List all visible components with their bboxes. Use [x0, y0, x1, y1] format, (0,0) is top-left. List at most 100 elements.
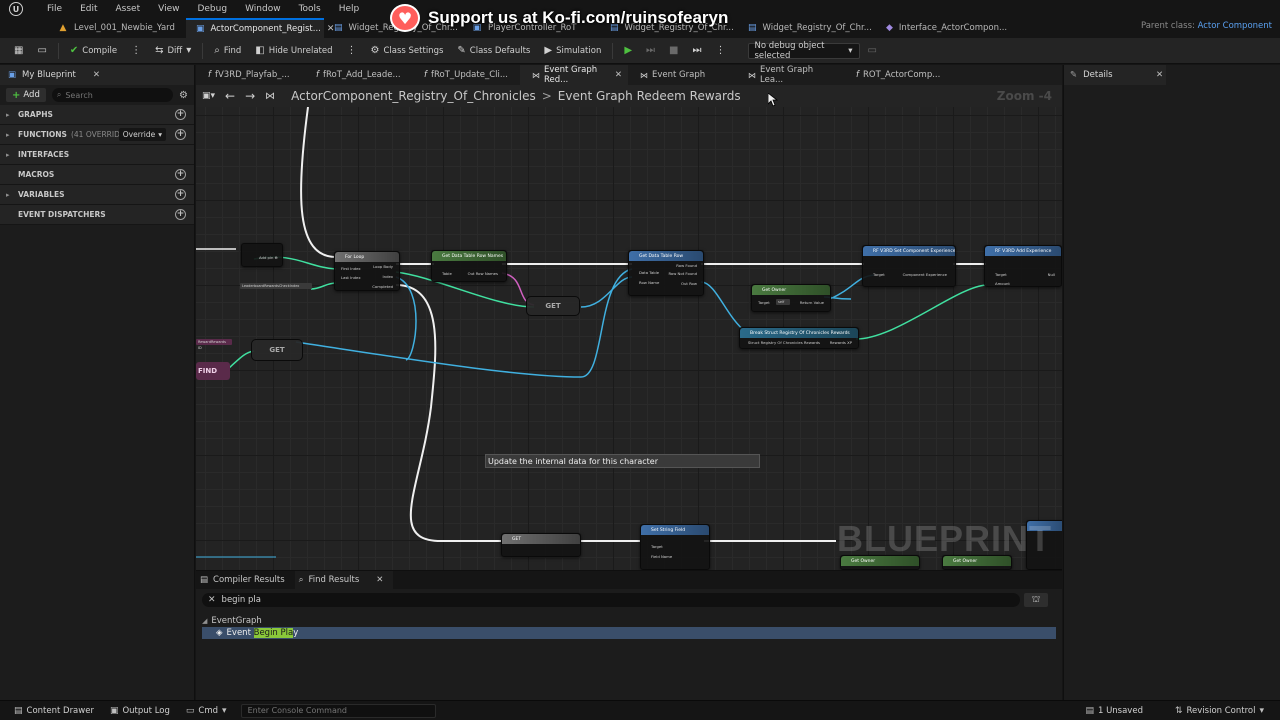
simulation-button[interactable]: ▶ Simulation: [538, 41, 607, 61]
save-button[interactable]: ▦: [8, 41, 29, 61]
forward-arrow-icon[interactable]: →: [245, 89, 255, 103]
graph-tab-event-graph-redeem[interactable]: ⋈ Event Graph Red... ✕: [520, 65, 628, 85]
compile-button[interactable]: ✔ Compile: [64, 41, 123, 61]
menu-file[interactable]: File: [38, 4, 71, 14]
add-circle-icon[interactable]: +: [175, 129, 186, 140]
leaderboard-rewards-variable[interactable]: LeaderboardRewardsCheckIndex: [240, 283, 312, 289]
section-functions[interactable]: ▸ FUNCTIONS (41 OVERRIDABLE) Override ▾ +: [0, 125, 194, 145]
section-interfaces[interactable]: ▸ INTERFACES: [0, 145, 194, 165]
doc-tab-level[interactable]: ▲ Level_001_Newbie_Yard: [48, 18, 186, 38]
console-command-input[interactable]: [240, 703, 436, 718]
debug-object-select[interactable]: No debug object selected ▾: [747, 41, 860, 61]
tree-result-event-begin-play[interactable]: ◈ Event Begin Play: [202, 627, 1056, 639]
close-icon[interactable]: ✕: [376, 575, 383, 585]
content-drawer-button[interactable]: ▤ Content Drawer: [8, 706, 100, 716]
output-log-button[interactable]: ▣ Output Log: [104, 706, 176, 716]
diff-button[interactable]: ⇆ Diff ▾: [149, 41, 197, 61]
self-input[interactable]: self: [776, 299, 790, 305]
graph-tab-frot-update-client[interactable]: f fRoT_Update_Cli...: [412, 65, 520, 85]
hide-options-button[interactable]: ⋮: [341, 41, 363, 61]
break-struct-node[interactable]: Break Struct Registry Of Chronicles Rewa…: [739, 327, 859, 349]
close-icon[interactable]: ✕: [1156, 70, 1163, 80]
hide-unrelated-button[interactable]: ◧ Hide Unrelated: [249, 41, 338, 61]
close-icon[interactable]: ✕: [93, 70, 100, 80]
eject-button[interactable]: ⏭: [687, 41, 708, 61]
menu-asset[interactable]: Asset: [107, 4, 150, 14]
override-dropdown[interactable]: Override ▾: [118, 128, 166, 141]
find-in-all-blueprints-button[interactable]: ⛫: [1024, 593, 1048, 607]
pin-label: Out Row: [681, 281, 697, 286]
get-array-node[interactable]: GET: [526, 296, 580, 316]
comment-box[interactable]: Update the internal data for this charac…: [485, 454, 760, 468]
add-circle-icon[interactable]: +: [175, 209, 186, 220]
pin-label: Loop Body: [373, 264, 393, 269]
pause-button[interactable]: ⏭: [640, 41, 661, 61]
get-owner-node[interactable]: Get Owner Target self Return Value: [751, 284, 831, 312]
get-data-table-row-node[interactable]: Get Data Table Row Data Table Row Name R…: [628, 250, 704, 296]
clear-search-icon[interactable]: ✕: [208, 595, 216, 605]
for-loop-node[interactable]: For Loop First Index Last Index Loop Bod…: [334, 251, 400, 291]
graph-tab-event-graph[interactable]: ⋈ Event Graph: [628, 65, 736, 85]
back-arrow-icon[interactable]: ←: [225, 89, 235, 103]
tab-compiler-results[interactable]: ▤ Compiler Results: [196, 571, 295, 589]
get-data-table-row-names-node[interactable]: Get Data Table Row Names Table Out Row N…: [431, 250, 507, 282]
compile-options-button[interactable]: ⋮: [125, 41, 147, 61]
revision-control-button[interactable]: ⇅ Revision Control ▾: [1169, 706, 1270, 716]
parent-class-link[interactable]: Actor Component: [1198, 21, 1272, 31]
play-options-button[interactable]: ⋮: [710, 41, 732, 61]
set-string-field-node[interactable]: Set String Field Target Field Name: [640, 524, 710, 570]
add-circle-icon[interactable]: +: [175, 169, 186, 180]
get-chronicle-node[interactable]: GET: [501, 533, 581, 557]
gear-icon[interactable]: ⚙: [179, 90, 188, 101]
add-circle-icon[interactable]: +: [175, 189, 186, 200]
cmd-dropdown[interactable]: ▭ Cmd ▾: [180, 706, 233, 716]
get-map-node[interactable]: GET: [251, 339, 303, 361]
add-circle-icon[interactable]: +: [175, 109, 186, 120]
graph-home-icon[interactable]: ⋈: [265, 91, 275, 102]
class-settings-button[interactable]: ⚙ Class Settings: [365, 41, 450, 61]
add-pin-node[interactable]: Add pin ⊕: [241, 243, 283, 267]
function-icon: f: [856, 70, 859, 80]
unreal-logo-icon[interactable]: U: [6, 0, 26, 18]
tree-group-eventgraph[interactable]: ◢ EventGraph: [202, 615, 1056, 627]
section-event-dispatchers[interactable]: EVENT DISPATCHERS +: [0, 205, 194, 225]
graph-tab-fv3rd-playfab[interactable]: f fV3RD_Playfab_...: [196, 65, 304, 85]
add-experience-node[interactable]: RF V3RD Add Experience Target Amount Nul…: [984, 245, 1062, 287]
unsaved-button[interactable]: ▤ 1 Unsaved: [1079, 706, 1149, 716]
stop-button[interactable]: ■: [663, 41, 684, 61]
menu-edit[interactable]: Edit: [71, 4, 106, 14]
close-icon[interactable]: ✕: [615, 70, 622, 80]
details-tab[interactable]: ✎ Details ✕: [1064, 65, 1166, 85]
search-input[interactable]: [65, 90, 156, 100]
find-button[interactable]: ⌕ Find: [208, 41, 247, 61]
menu-window[interactable]: Window: [236, 4, 290, 14]
doc-tab-interface[interactable]: ◆ Interface_ActorCompon...: [876, 18, 1014, 38]
play-button[interactable]: ▶: [618, 41, 638, 61]
graph-canvas[interactable]: Add pin ⊕ LeaderboardRewardsCheckIndex F…: [196, 107, 1062, 570]
class-defaults-button[interactable]: ✎ Class Defaults: [451, 41, 536, 61]
debug-find-button[interactable]: ▭: [862, 41, 883, 61]
add-button[interactable]: + Add: [6, 88, 46, 102]
graph-tab-frot-add-leaderboard[interactable]: f fRoT_Add_Leade...: [304, 65, 412, 85]
find-search-input[interactable]: [221, 595, 922, 605]
doc-tab-widget-3[interactable]: ▤ Widget_Registry_Of_Chr...: [738, 18, 876, 38]
find-node[interactable]: FIND: [196, 362, 230, 380]
browse-button[interactable]: ▭: [31, 41, 52, 61]
section-macros[interactable]: MACROS +: [0, 165, 194, 185]
menu-tools[interactable]: Tools: [290, 4, 330, 14]
my-blueprint-tab[interactable]: ▣ My Blueprint ✕: [0, 65, 194, 85]
section-graphs[interactable]: ▸ GRAPHS +: [0, 105, 194, 125]
section-variables[interactable]: ▸ VARIABLES +: [0, 185, 194, 205]
rewards-variable[interactable]: RewardRewards ID: [196, 339, 232, 350]
menu-help[interactable]: Help: [330, 4, 369, 14]
doc-tab-actor-component[interactable]: ▣ ActorComponent_Regist... ✕: [186, 18, 334, 38]
breadcrumb-item-blueprint[interactable]: ActorComponent_Registry_Of_Chronicles: [291, 89, 536, 103]
tab-find-results[interactable]: ⌕ Find Results ✕: [294, 571, 394, 589]
menu-view[interactable]: View: [149, 4, 188, 14]
graph-tab-rot-actorcomp[interactable]: f ROT_ActorComp...: [844, 65, 952, 85]
menu-debug[interactable]: Debug: [188, 4, 236, 14]
breadcrumb-item-graph[interactable]: Event Graph Redeem Rewards: [558, 89, 741, 103]
set-component-experience-node[interactable]: RF V3RD Set Component Experience Target …: [862, 245, 956, 287]
graph-tab-event-graph-leaderboard[interactable]: ⋈ Event Graph Lea...: [736, 65, 844, 85]
graph-menu-icon[interactable]: ▣▾: [202, 91, 215, 101]
